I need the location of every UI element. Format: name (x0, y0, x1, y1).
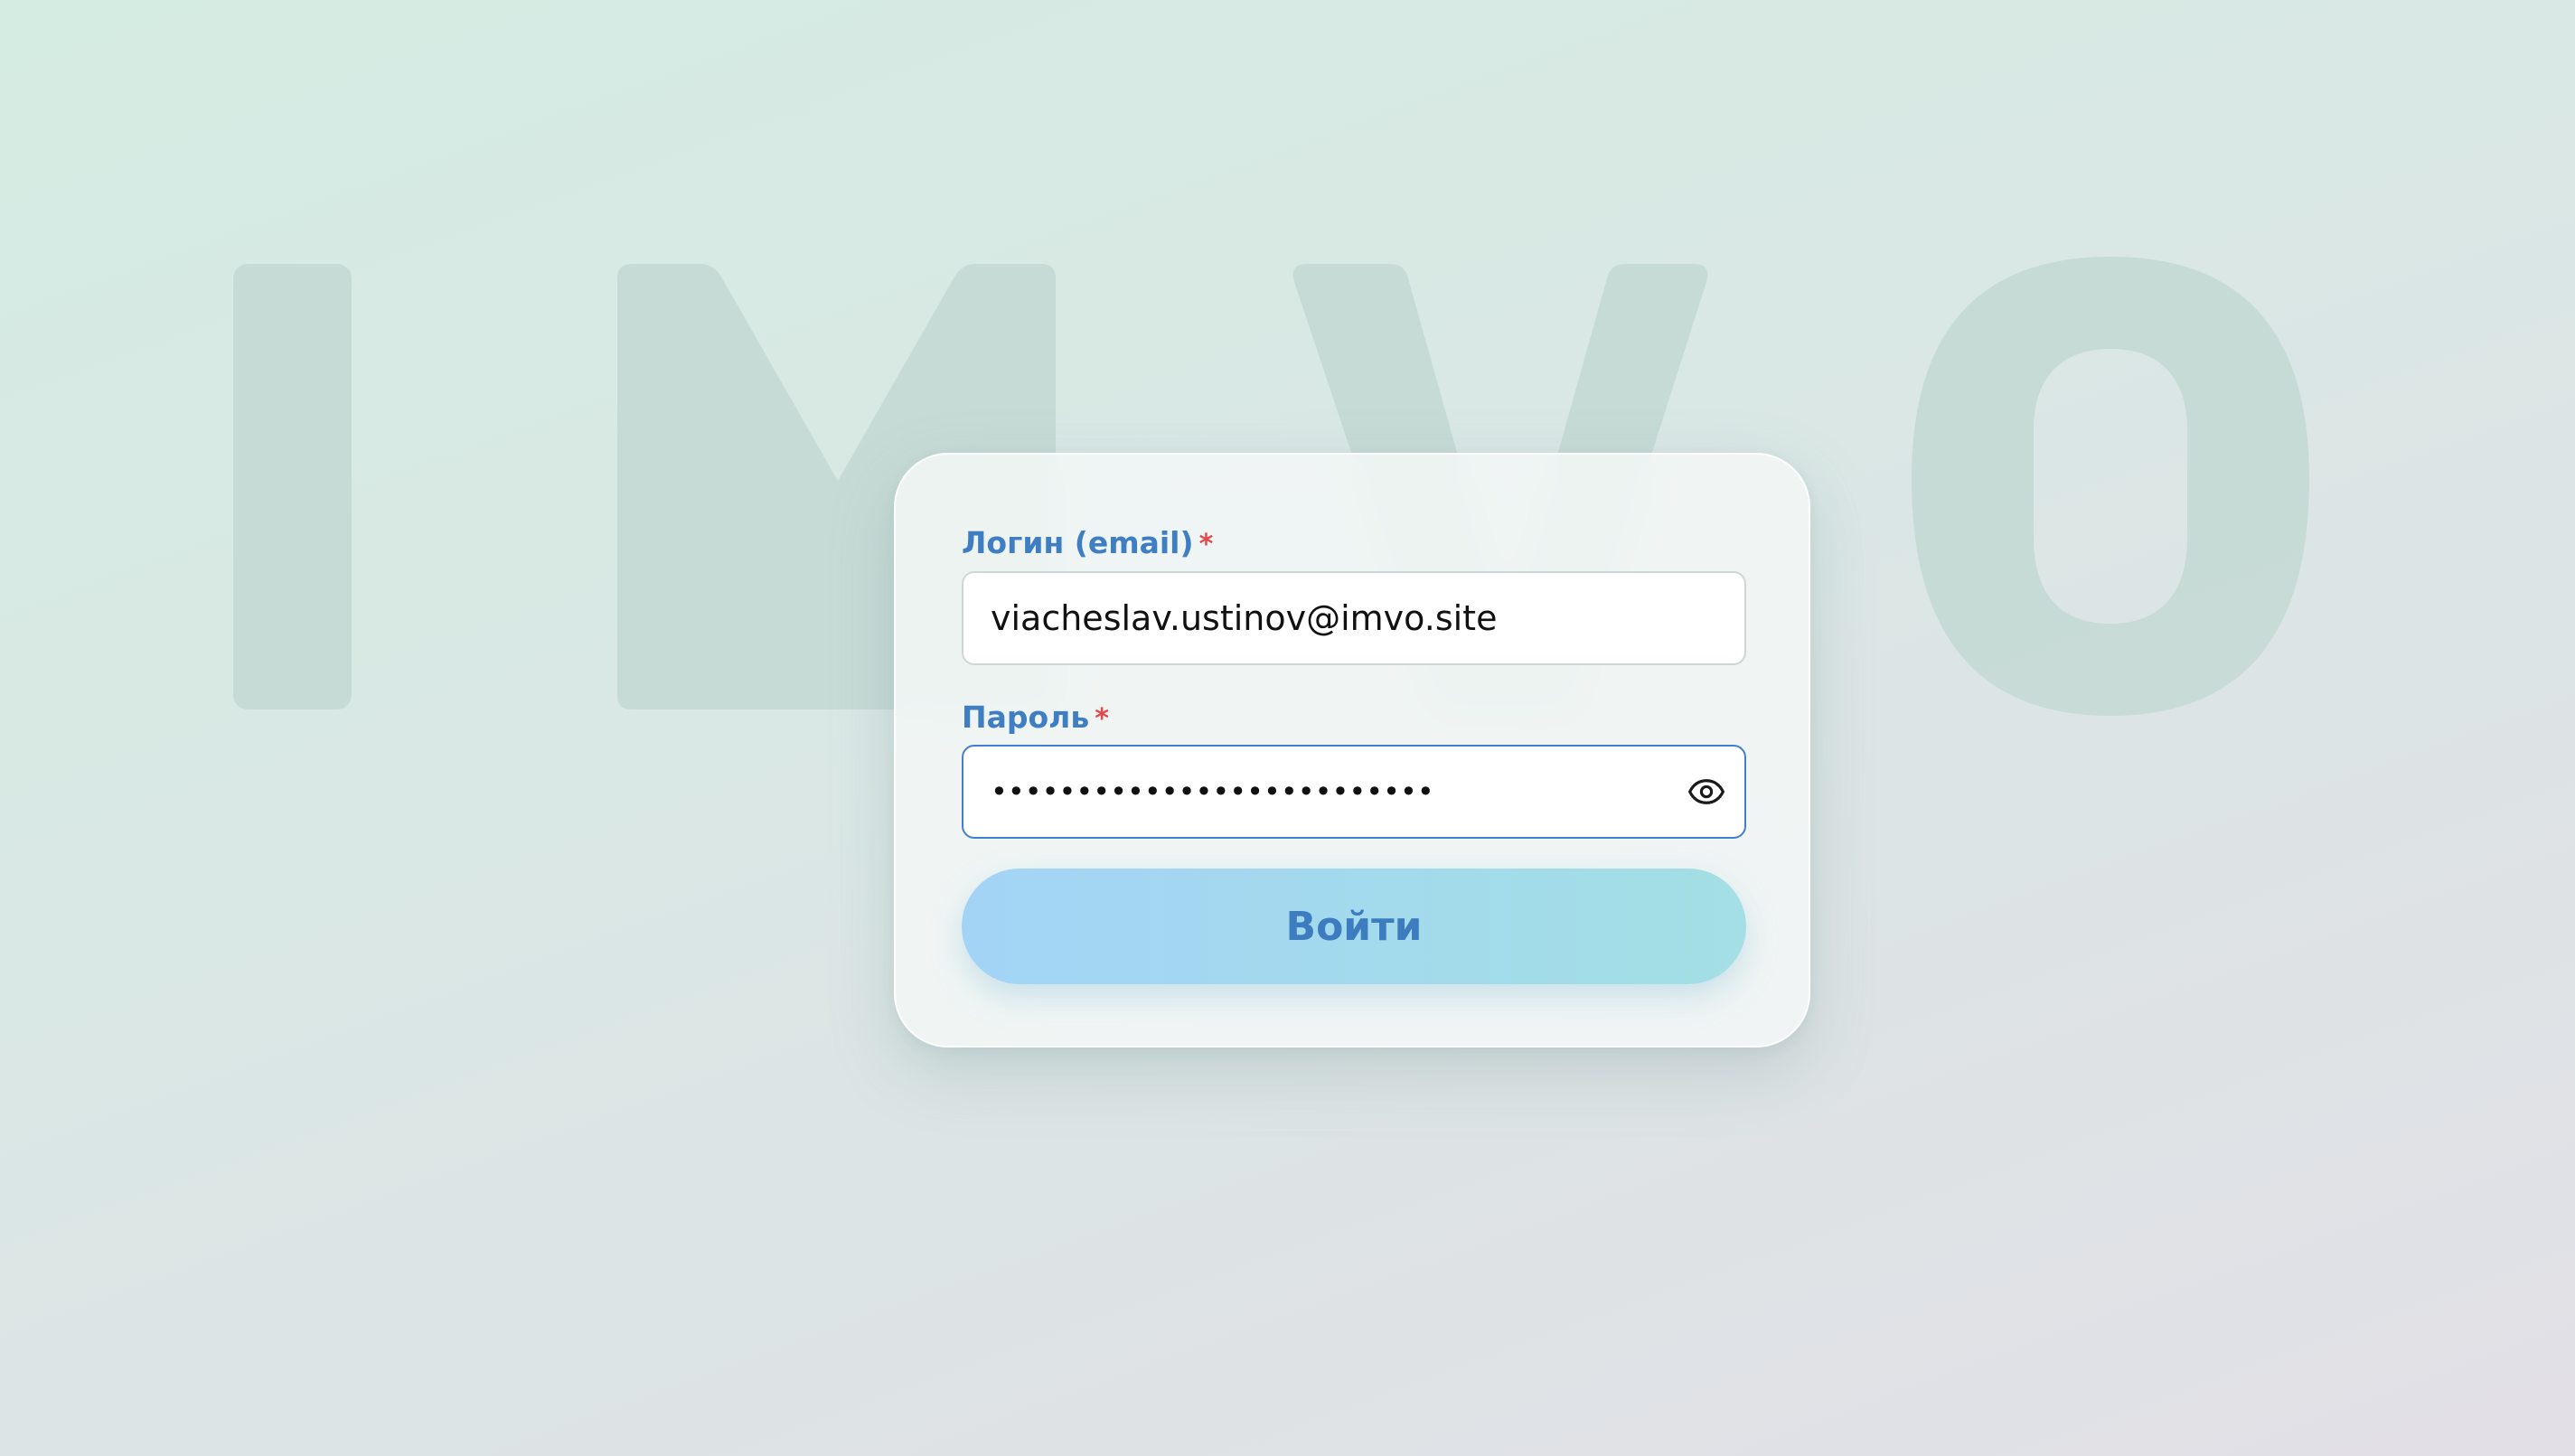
logo-letter-i (233, 264, 352, 709)
email-required-mark: * (1198, 529, 1214, 560)
login-button[interactable]: Войти (962, 869, 1746, 984)
login-card: Логин (email) * viacheslav.ustinov@imvo.s… (894, 453, 1810, 1047)
email-label: Логин (email) * (962, 525, 1213, 563)
password-required-mark: * (1095, 703, 1109, 735)
password-field-value: •••••••••••••••••••••••••• (991, 775, 1434, 809)
login-button-label: Войти (1285, 903, 1423, 950)
logo-letter-o (1912, 257, 2309, 716)
email-label-text: Логин (email) (962, 525, 1194, 560)
email-field[interactable]: viacheslav.ustinov@imvo.site (962, 571, 1746, 665)
password-label: Пароль * (962, 700, 1109, 737)
eye-icon[interactable] (1685, 770, 1728, 813)
password-field[interactable]: •••••••••••••••••••••••••• (962, 745, 1746, 839)
password-label-text: Пароль (962, 700, 1090, 735)
email-field-value: viacheslav.ustinov@imvo.site (991, 598, 1498, 638)
